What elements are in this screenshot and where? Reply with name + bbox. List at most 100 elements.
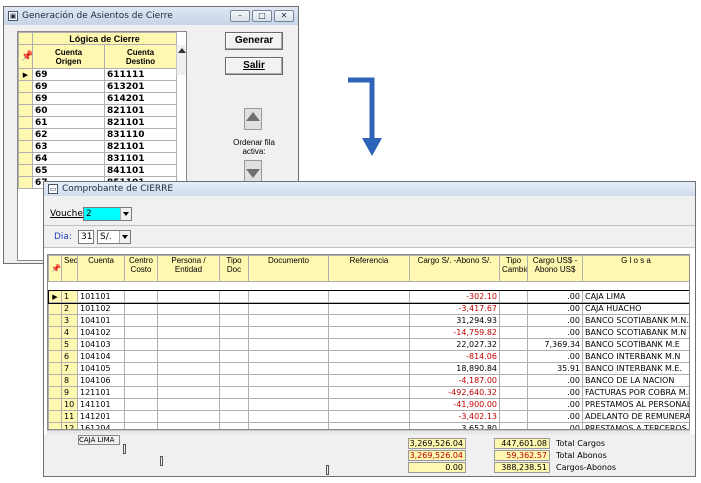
cell-referencia[interactable] <box>328 362 410 375</box>
row-selector[interactable] <box>48 362 62 375</box>
cell-tipo-doc[interactable] <box>219 374 249 387</box>
cell-centro-costo[interactable] <box>124 410 158 423</box>
cell-cargo-soles[interactable]: 31,294.93 <box>409 314 500 327</box>
generar-button[interactable]: Generar <box>225 32 283 50</box>
cell-cargo-dolares[interactable]: .00 <box>527 398 583 411</box>
column-header[interactable]: Centro Costo <box>124 255 158 282</box>
column-header[interactable]: Cargo S/. -Abono S/. <box>409 255 500 282</box>
table-row[interactable]: 2 101102 -3,417.67 .00 CAJA HUACHO <box>48 302 689 315</box>
cell-cuenta[interactable]: 104103 <box>77 338 125 351</box>
cell-destino[interactable]: 611111 <box>104 68 177 81</box>
cell-glosa[interactable]: CAJA LIMA <box>582 290 689 303</box>
cell-documento[interactable] <box>248 314 329 327</box>
cell-tipo-cambio[interactable] <box>499 374 528 387</box>
cell-sec[interactable]: 12 <box>61 422 78 429</box>
cell-centro-costo[interactable] <box>124 314 158 327</box>
cell-cuenta[interactable]: 104106 <box>77 374 125 387</box>
column-header[interactable]: Tipo Cambio <box>499 255 528 282</box>
cell-documento[interactable] <box>248 290 329 303</box>
cell-origen[interactable]: 65 <box>32 164 105 177</box>
row-selector[interactable] <box>18 128 33 141</box>
table-row[interactable]: 4 104102 -14,759.82 .00 BANCO SCOTIABANK M.N… <box>48 326 689 339</box>
cell-persona[interactable] <box>157 302 220 315</box>
row-selector[interactable] <box>48 314 62 327</box>
cell-centro-costo[interactable] <box>124 302 158 315</box>
cell-tipo-cambio[interactable] <box>499 410 528 423</box>
table-row[interactable]: 64 831101 <box>18 152 177 165</box>
cell-destino[interactable]: 821101 <box>104 140 177 153</box>
minimize-icon[interactable]: – <box>230 10 250 22</box>
cell-documento[interactable] <box>248 350 329 363</box>
row-selector[interactable] <box>18 152 33 165</box>
cell-referencia[interactable] <box>328 350 410 363</box>
cell-persona[interactable] <box>157 350 220 363</box>
column-header[interactable]: Referencia <box>328 255 410 282</box>
table-row[interactable]: 9 121101 -492,640.32 .00 FACTURAS POR COBRA … <box>48 386 689 399</box>
cell-cargo-soles[interactable]: 22,027.32 <box>409 338 500 351</box>
cell-destino[interactable]: 841101 <box>104 164 177 177</box>
cell-centro-costo[interactable] <box>124 398 158 411</box>
cell-cuenta[interactable]: 104102 <box>77 326 125 339</box>
chevron-down-icon[interactable] <box>120 208 131 220</box>
row-selector[interactable] <box>18 92 33 105</box>
table-row[interactable]: 8 104106 -4,187.00 .00 BANCO DE LA NACION <box>48 374 689 387</box>
maximize-icon[interactable]: □ <box>252 10 272 22</box>
currency-select[interactable]: S/. <box>97 230 131 244</box>
cell-centro-costo[interactable] <box>124 290 158 303</box>
cell-tipo-doc[interactable] <box>219 410 249 423</box>
cell-cargo-dolares[interactable]: .00 <box>527 410 583 423</box>
table-row[interactable]: 63 821101 <box>18 140 177 153</box>
table-row[interactable]: 65 841101 <box>18 164 177 177</box>
cell-cargo-soles[interactable]: -14,759.82 <box>409 326 500 339</box>
row-selector[interactable] <box>48 398 62 411</box>
cell-referencia[interactable] <box>328 386 410 399</box>
cell-origen[interactable]: 63 <box>32 140 105 153</box>
cell-cuenta[interactable]: 101102 <box>77 302 125 315</box>
cell-destino[interactable]: 831101 <box>104 152 177 165</box>
move-row-up-button[interactable] <box>244 108 262 130</box>
row-selector[interactable]: ▶ <box>18 68 33 81</box>
cell-cargo-dolares[interactable]: .00 <box>527 374 583 387</box>
table-row[interactable]: 7 104105 18,890.84 35.91 BANCO INTERBANK M.E… <box>48 362 689 375</box>
cell-persona[interactable] <box>157 398 220 411</box>
cell-glosa[interactable]: BANCO INTERBANK M.E. <box>582 362 689 375</box>
cell-tipo-cambio[interactable] <box>499 338 528 351</box>
table-row[interactable]: ▶ 69 611111 <box>18 68 177 81</box>
voucher-detail-grid[interactable]: 📌 Sec Cuenta Centro Costo Persona / Entidad… <box>47 254 690 430</box>
table-row[interactable]: 5 104103 22,027.32 7,369.34 BANCO SCOTIBANK … <box>48 338 689 351</box>
cell-persona[interactable] <box>157 326 220 339</box>
table-row[interactable]: 69 614201 <box>18 92 177 105</box>
row-selector[interactable] <box>18 104 33 117</box>
cell-cargo-dolares[interactable]: .00 <box>527 302 583 315</box>
cell-tipo-cambio[interactable] <box>499 422 528 429</box>
table-row[interactable]: 61 821101 <box>18 116 177 129</box>
cell-sec[interactable]: 9 <box>61 386 78 399</box>
cell-glosa[interactable]: CAJA HUACHO <box>582 302 689 315</box>
cell-tipo-doc[interactable] <box>219 422 249 429</box>
row-selector[interactable] <box>48 338 62 351</box>
cell-origen[interactable]: 64 <box>32 152 105 165</box>
cell-cargo-soles[interactable]: -492,640.32 <box>409 386 500 399</box>
cell-persona[interactable] <box>157 374 220 387</box>
cell-centro-costo[interactable] <box>124 362 158 375</box>
cell-sec[interactable]: 2 <box>61 302 78 315</box>
row-selector[interactable] <box>18 176 33 189</box>
cell-origen[interactable]: 69 <box>32 92 105 105</box>
grid-scrollbar[interactable] <box>176 45 186 75</box>
cell-tipo-doc[interactable] <box>219 302 249 315</box>
cell-cuenta[interactable]: 104104 <box>77 350 125 363</box>
cell-tipo-cambio[interactable] <box>499 290 528 303</box>
cell-sec[interactable]: 6 <box>61 350 78 363</box>
cell-documento[interactable] <box>248 410 329 423</box>
cell-sec[interactable]: 5 <box>61 338 78 351</box>
cell-glosa[interactable]: ADELANTO DE REMUNERACIONE <box>582 410 689 423</box>
table-row[interactable]: 3 104101 31,294.93 .00 BANCO SCOTIABANK M.N.… <box>48 314 689 327</box>
cell-cargo-dolares[interactable]: .00 <box>527 314 583 327</box>
cell-destino[interactable]: 821101 <box>104 116 177 129</box>
cell-origen[interactable]: 61 <box>32 116 105 129</box>
cell-documento[interactable] <box>248 338 329 351</box>
cell-sec[interactable]: 1 <box>61 290 78 303</box>
column-header[interactable]: Tipo Doc <box>219 255 249 282</box>
cell-cargo-soles[interactable]: -3,402.13 <box>409 410 500 423</box>
voucher-select[interactable]: 2 <box>83 207 132 221</box>
